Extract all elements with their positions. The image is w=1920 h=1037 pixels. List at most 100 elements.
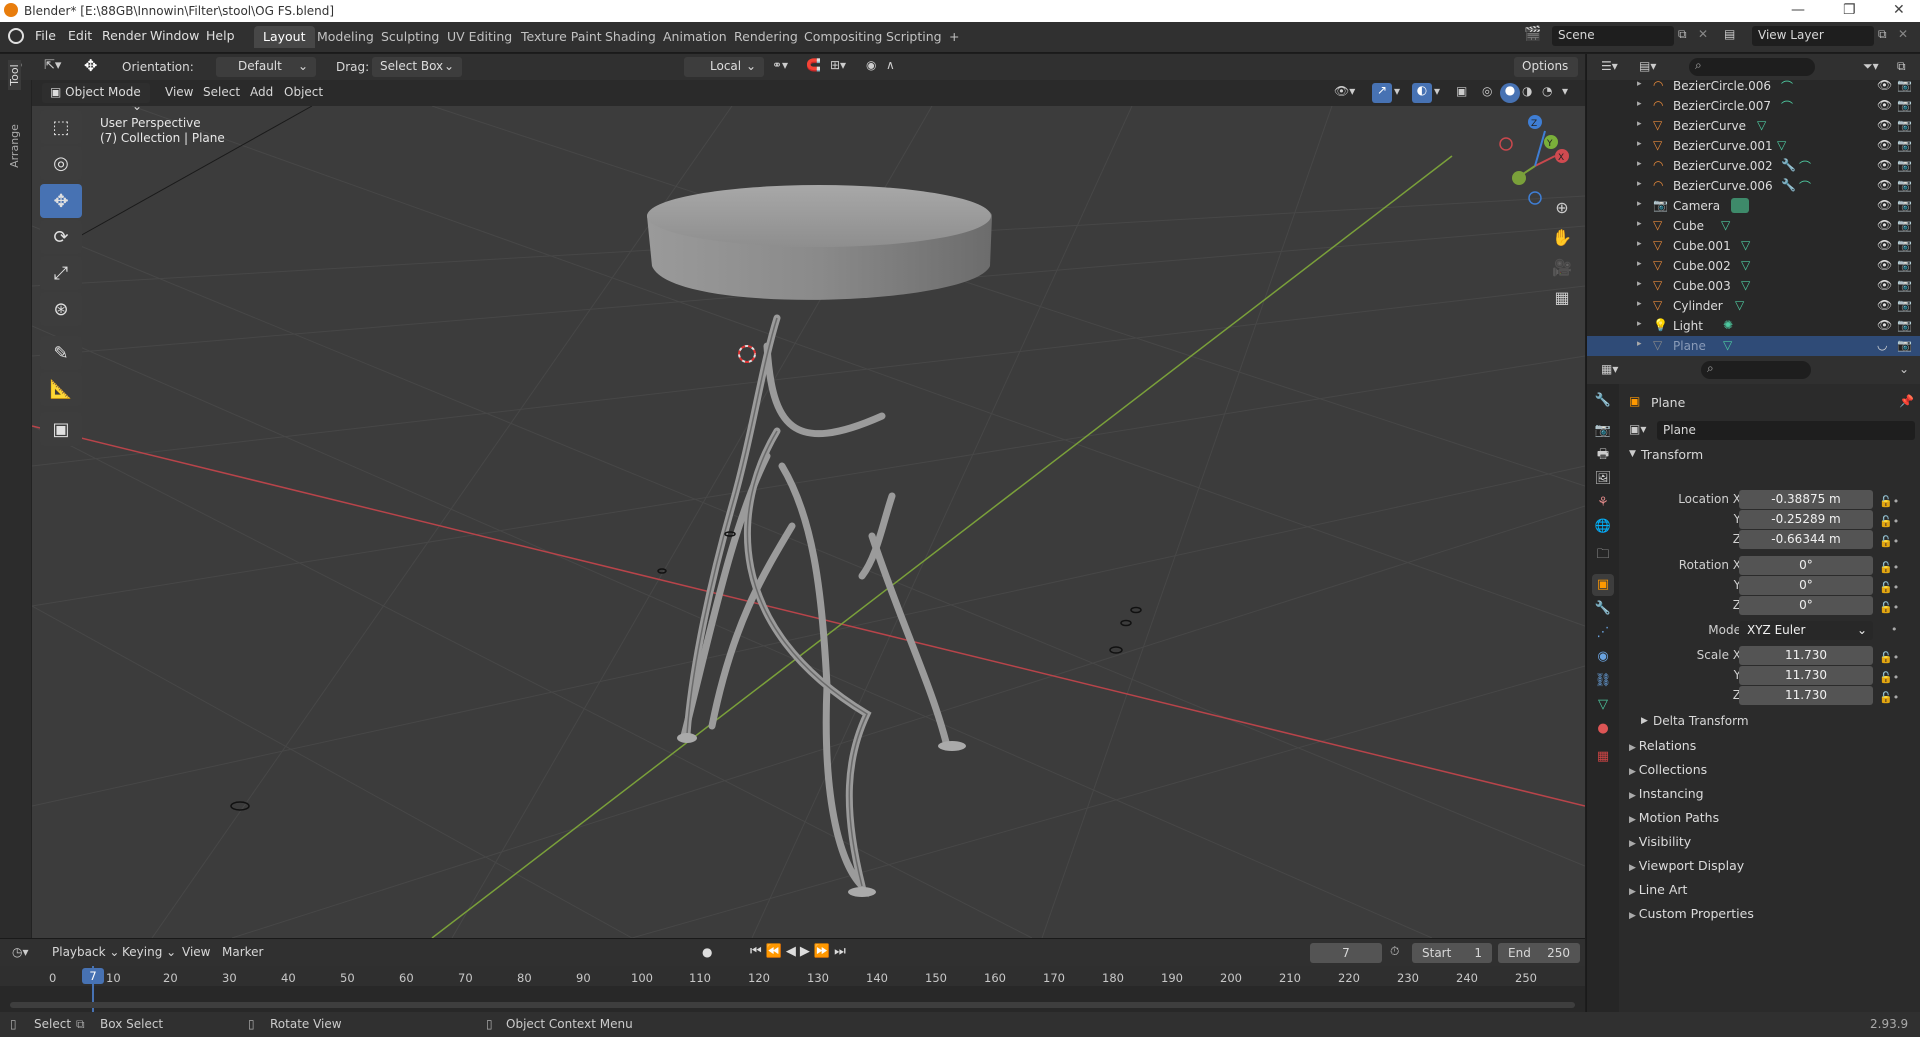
- output-tab-icon[interactable]: 🖶: [1592, 444, 1614, 466]
- location-x-field[interactable]: -0.38875 m: [1739, 490, 1873, 509]
- render-camera-icon[interactable]: 📷: [1897, 318, 1912, 332]
- new-collection-icon[interactable]: ⧉: [1897, 59, 1906, 74]
- material-tab-icon[interactable]: ●: [1592, 718, 1614, 740]
- expand-arrow-icon[interactable]: ▸: [1637, 279, 1642, 289]
- viewport-menu-select[interactable]: Select: [203, 85, 240, 99]
- tab-arrange[interactable]: Arrange: [8, 124, 21, 168]
- outliner-row[interactable]: ▸ ▽ Cube.003 ▽ 👁 📷: [1587, 276, 1920, 296]
- properties-editor-type-icon[interactable]: ▦▾: [1601, 362, 1618, 376]
- collection-tab-icon[interactable]: 🗀: [1592, 544, 1614, 566]
- view-layer-selector[interactable]: View Layer: [1752, 26, 1874, 46]
- scene-tab-icon[interactable]: ⚘: [1592, 492, 1614, 514]
- outliner-row[interactable]: ▸ ◠ BezierCurve.006 🔧 ⌒ 👁 📷: [1587, 176, 1920, 196]
- maximize-icon[interactable]: ❐: [1843, 2, 1856, 18]
- location-z-field[interactable]: -0.66344 m: [1739, 530, 1873, 549]
- proportional-edit-icon[interactable]: ◉: [866, 58, 876, 72]
- section-collections[interactable]: ▶ Collections: [1629, 762, 1707, 777]
- view-layer-tab-icon[interactable]: 🖼: [1592, 468, 1614, 490]
- rotation-x-field[interactable]: 0°: [1739, 556, 1873, 575]
- pivot-icon[interactable]: ⚭▾: [772, 58, 788, 72]
- section-line-art[interactable]: ▶ Line Art: [1629, 882, 1687, 897]
- eye-icon[interactable]: 👁: [1877, 158, 1892, 172]
- data-tab-icon[interactable]: ▽: [1592, 694, 1614, 716]
- timeline-scrollbar[interactable]: [10, 1002, 1575, 1008]
- location-y-field[interactable]: -0.25289 m: [1739, 510, 1873, 529]
- tab-uv-editing[interactable]: UV Editing: [438, 26, 521, 48]
- pan-hand-icon[interactable]: ✋: [1548, 224, 1576, 252]
- cursor-tool-icon[interactable]: ◎: [40, 146, 82, 180]
- annotate-tool-icon[interactable]: ✎: [40, 336, 82, 370]
- camera-view-icon[interactable]: 🎥: [1548, 254, 1576, 282]
- render-camera-icon[interactable]: 📷: [1897, 118, 1912, 132]
- blender-menu-icon[interactable]: [8, 28, 24, 44]
- eye-icon[interactable]: 👁: [1877, 298, 1892, 312]
- section-viewport-display[interactable]: ▶ Viewport Display: [1629, 858, 1744, 873]
- expand-arrow-icon[interactable]: ▸: [1637, 339, 1642, 349]
- visibility-filter-icon[interactable]: 👁▾: [1334, 84, 1355, 98]
- tab-tool[interactable]: Tool: [8, 60, 21, 90]
- texture-tab-icon[interactable]: ▦: [1592, 746, 1614, 768]
- render-camera-icon[interactable]: 📷: [1897, 218, 1912, 232]
- tool-tab-icon[interactable]: 🔧: [1592, 390, 1614, 412]
- particles-tab-icon[interactable]: ⋰: [1592, 622, 1614, 644]
- view-layer-icon[interactable]: ▤: [1724, 27, 1735, 41]
- expand-arrow-icon[interactable]: ▸: [1637, 139, 1642, 149]
- jump-end-icon[interactable]: ⏭: [834, 944, 850, 959]
- section-instancing[interactable]: ▶ Instancing: [1629, 786, 1704, 801]
- menu-help[interactable]: Help: [206, 28, 235, 43]
- jump-start-icon[interactable]: ⏮: [750, 944, 766, 959]
- outliner-row[interactable]: ▸ ▽ Cube ▽ 👁 📷: [1587, 216, 1920, 236]
- scale-z-field[interactable]: 11.730: [1739, 686, 1873, 705]
- transform-panel-title[interactable]: Transform: [1641, 447, 1703, 462]
- render-camera-icon[interactable]: 📷: [1897, 178, 1912, 192]
- snap-target-icon[interactable]: ⊞▾: [830, 58, 846, 72]
- filter-icon[interactable]: ⏷▾: [1863, 59, 1879, 74]
- measure-tool-icon[interactable]: 📐: [40, 372, 82, 406]
- overlay-toggle-icon[interactable]: ◐: [1412, 83, 1432, 103]
- menu-edit[interactable]: Edit: [68, 28, 92, 43]
- menu-render[interactable]: Render: [102, 28, 147, 43]
- delete-scene-icon[interactable]: ✕: [1698, 27, 1708, 41]
- timeline-menu-view[interactable]: View: [182, 945, 210, 959]
- overlay-dropdown-icon[interactable]: ▾: [1434, 84, 1440, 98]
- delta-transform-panel[interactable]: Delta Transform: [1653, 714, 1749, 728]
- play-reverse-icon[interactable]: ◀: [786, 944, 800, 959]
- tool-options-icon[interactable]: ⇱▾: [44, 58, 61, 73]
- outliner-search-input[interactable]: ⌕: [1689, 58, 1815, 76]
- play-icon[interactable]: ▶: [800, 944, 814, 959]
- material-shading-icon[interactable]: ◑: [1522, 84, 1532, 98]
- start-frame-field[interactable]: Start 1: [1412, 943, 1492, 963]
- rendered-shading-icon[interactable]: ◔: [1542, 84, 1552, 98]
- select-box-tool-icon[interactable]: ⬚: [40, 110, 82, 144]
- eye-icon[interactable]: 👁: [1877, 198, 1892, 212]
- section-relations[interactable]: ▶ Relations: [1629, 738, 1696, 753]
- render-camera-icon[interactable]: 📷: [1897, 238, 1912, 252]
- render-camera-icon[interactable]: 📷: [1897, 278, 1912, 292]
- current-frame-field[interactable]: 7: [1310, 943, 1382, 963]
- expand-arrow-icon[interactable]: ▸: [1637, 199, 1642, 209]
- menu-window[interactable]: Window: [150, 28, 199, 43]
- outliner-row[interactable]: ▸ ◠ BezierCurve.002 🔧 ⌒ 👁 📷: [1587, 156, 1920, 176]
- viewport-menu-add[interactable]: Add: [250, 85, 273, 99]
- render-camera-icon[interactable]: 📷: [1897, 338, 1912, 352]
- move-tool-icon[interactable]: ✥: [40, 184, 82, 218]
- timeline-menu-marker[interactable]: Marker: [222, 945, 263, 959]
- expand-arrow-icon[interactable]: ▶: [1641, 716, 1648, 726]
- rotate-tool-icon[interactable]: ⟳: [40, 220, 82, 254]
- lock-icons-location[interactable]: 🔓• 🔓• 🔓•: [1879, 492, 1899, 552]
- tab-animation[interactable]: Animation: [654, 26, 736, 48]
- properties-search-input[interactable]: ⌕: [1701, 361, 1811, 379]
- scene-icon[interactable]: 🎬: [1524, 26, 1541, 42]
- outliner-row[interactable]: ▸ ▽ BezierCurve.001 ▽ 👁 📷: [1587, 136, 1920, 156]
- expand-arrow-icon[interactable]: ▸: [1637, 119, 1642, 129]
- expand-arrow-icon[interactable]: ▸: [1637, 319, 1642, 329]
- playback-controls[interactable]: ⏮⏪◀▶⏩⏭: [750, 944, 850, 959]
- constraints-tab-icon[interactable]: ⛓: [1592, 670, 1614, 692]
- options-dropdown[interactable]: Options: [1514, 57, 1578, 77]
- auto-keying-icon[interactable]: ●: [702, 945, 712, 959]
- properties-options-icon[interactable]: ⌄: [1899, 362, 1909, 376]
- eye-closed-icon[interactable]: ◡: [1877, 338, 1887, 352]
- rotation-y-field[interactable]: 0°: [1739, 576, 1873, 595]
- scale-y-field[interactable]: 11.730: [1739, 666, 1873, 685]
- pin-icon[interactable]: 📌: [1899, 394, 1914, 408]
